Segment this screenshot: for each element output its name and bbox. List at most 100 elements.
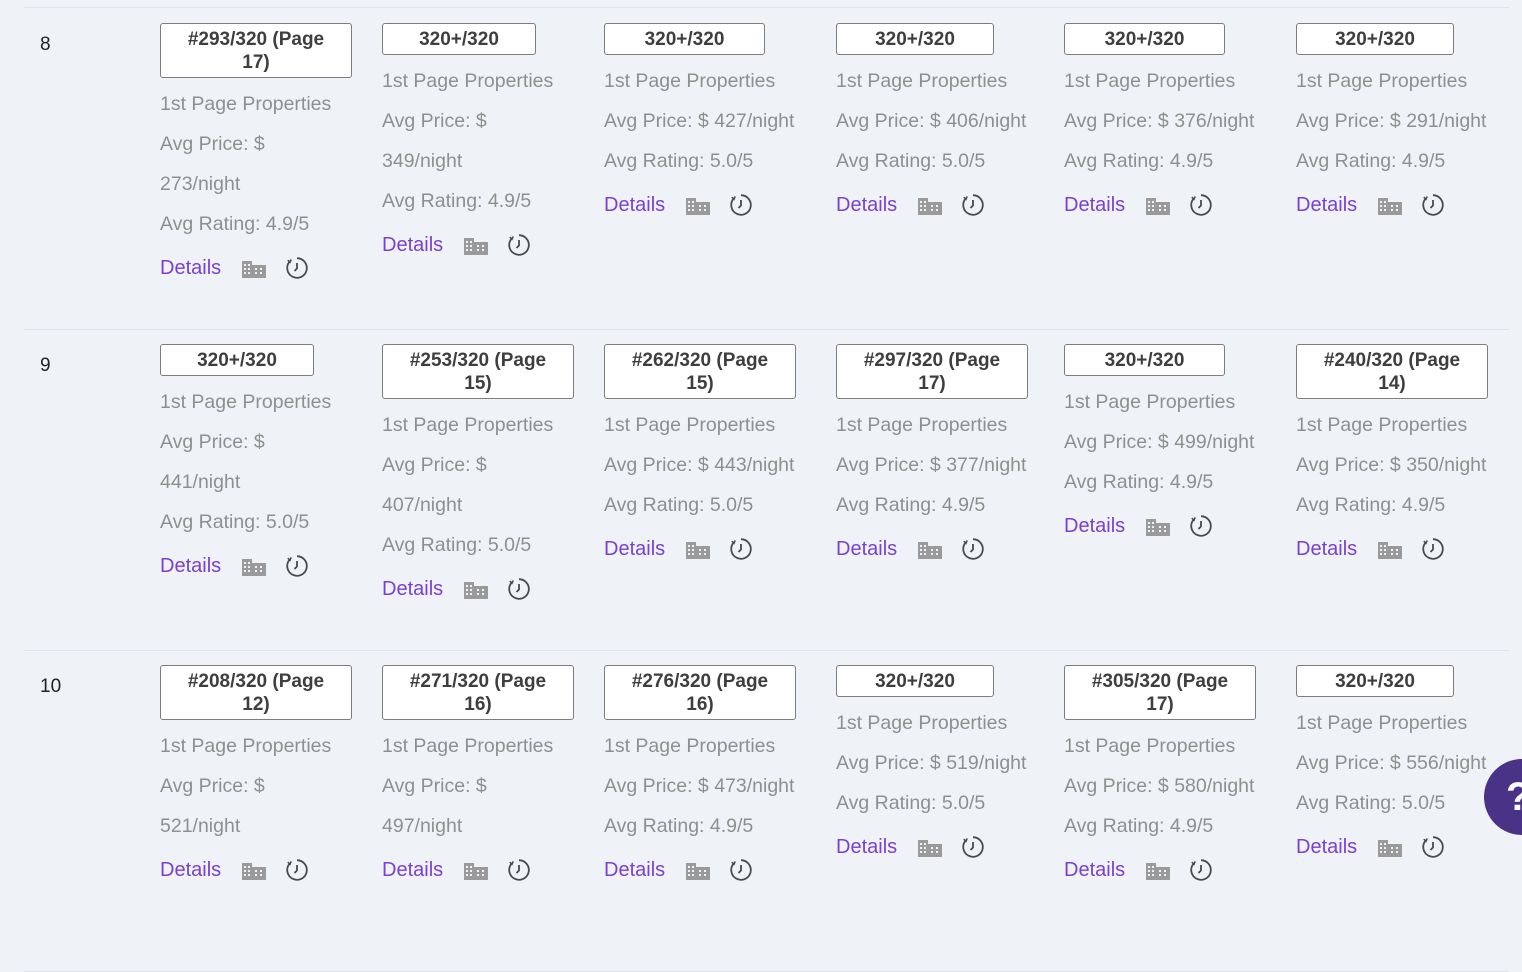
- ranking-cell: 320+/320 1st Page Properties Avg Price: $ …: [604, 23, 794, 225]
- properties-label: 1st Page Properties: [160, 735, 332, 757]
- details-link[interactable]: Details: [160, 859, 221, 882]
- ranking-cell: #293/320 (Page 17) 1st Page Properties Avg …: [160, 23, 352, 288]
- cell-actions: Details: [382, 850, 574, 890]
- cell-details: 1st Page Properties Avg Price: $ 580/nigh…: [1064, 726, 1256, 890]
- building-icon[interactable]: [463, 859, 489, 881]
- details-link[interactable]: Details: [1296, 836, 1357, 859]
- cell-actions: Details: [1296, 185, 1486, 225]
- history-icon[interactable]: [1189, 193, 1213, 217]
- history-icon[interactable]: [507, 577, 531, 601]
- history-icon[interactable]: [285, 858, 309, 882]
- history-icon[interactable]: [507, 233, 531, 257]
- table-row: 9 320+/320 1st Page Properties Avg Price: $…: [24, 329, 1509, 651]
- details-link[interactable]: Details: [836, 836, 897, 859]
- details-link[interactable]: Details: [836, 194, 897, 217]
- rank-badge: #262/320 (Page 15): [604, 344, 796, 399]
- building-icon[interactable]: [1377, 194, 1403, 216]
- history-icon[interactable]: [1189, 858, 1213, 882]
- building-icon[interactable]: [1145, 515, 1171, 537]
- avg-price: Avg Price: $ 443/night: [604, 454, 795, 476]
- rank-badge: 320+/320: [604, 23, 765, 55]
- rank-text: 320+/320: [419, 29, 499, 50]
- building-icon[interactable]: [917, 538, 943, 560]
- rank-badge: 320+/320: [1064, 344, 1225, 376]
- details-link[interactable]: Details: [604, 859, 665, 882]
- cell-details: 1st Page Properties Avg Price: $ 427/nigh…: [604, 61, 794, 225]
- building-icon[interactable]: [241, 257, 267, 279]
- history-icon[interactable]: [729, 858, 753, 882]
- rank-badge: #276/320 (Page 16): [604, 665, 796, 720]
- details-link[interactable]: Details: [160, 555, 221, 578]
- building-icon[interactable]: [685, 194, 711, 216]
- properties-label: 1st Page Properties: [604, 414, 776, 436]
- avg-price: Avg Price: $ 556/night: [1296, 752, 1487, 774]
- rank-page-text: 17): [918, 373, 946, 394]
- building-icon[interactable]: [1377, 836, 1403, 858]
- cell-actions: Details: [1064, 850, 1256, 890]
- properties-label: 1st Page Properties: [382, 70, 554, 92]
- history-icon[interactable]: [961, 193, 985, 217]
- history-icon[interactable]: [961, 835, 985, 859]
- properties-label: 1st Page Properties: [604, 735, 776, 757]
- avg-price-value: 497/night: [382, 815, 463, 837]
- avg-price: Avg Price: $ 291/night: [1296, 110, 1487, 132]
- history-icon[interactable]: [285, 256, 309, 280]
- details-link[interactable]: Details: [382, 234, 443, 257]
- avg-price: Avg Price: $ 406/night: [836, 110, 1027, 132]
- rank-badge: #305/320 (Page 17): [1064, 665, 1256, 720]
- cell-details: 1st Page Properties Avg Price: $ 441/night…: [160, 382, 331, 586]
- avg-price-value: 349/night: [382, 150, 463, 172]
- history-icon[interactable]: [961, 537, 985, 561]
- cell-actions: Details: [382, 569, 574, 609]
- rank-page-text: 17): [242, 52, 270, 73]
- building-icon[interactable]: [685, 538, 711, 560]
- building-icon[interactable]: [1145, 859, 1171, 881]
- history-icon[interactable]: [1421, 193, 1445, 217]
- properties-label: 1st Page Properties: [160, 93, 332, 115]
- rank-badge: 320+/320: [1064, 23, 1225, 55]
- details-link[interactable]: Details: [382, 578, 443, 601]
- rank-text: #208/320 (Page: [187, 671, 325, 692]
- history-icon[interactable]: [729, 537, 753, 561]
- building-icon[interactable]: [917, 194, 943, 216]
- details-link[interactable]: Details: [1064, 515, 1125, 538]
- building-icon[interactable]: [463, 578, 489, 600]
- rank-badge: 320+/320: [836, 23, 994, 55]
- ranking-cell: #208/320 (Page 12) 1st Page Properties Avg …: [160, 665, 352, 890]
- avg-rating: Avg Rating: 4.9/5: [160, 213, 310, 235]
- details-link[interactable]: Details: [1296, 194, 1357, 217]
- rank-text: #253/320 (Page: [409, 350, 547, 371]
- details-link[interactable]: Details: [382, 859, 443, 882]
- history-icon[interactable]: [1421, 835, 1445, 859]
- building-icon[interactable]: [241, 859, 267, 881]
- history-icon[interactable]: [1421, 537, 1445, 561]
- history-icon[interactable]: [507, 858, 531, 882]
- details-link[interactable]: Details: [604, 194, 665, 217]
- rank-page-text: 16): [686, 694, 714, 715]
- details-link[interactable]: Details: [836, 538, 897, 561]
- cell-actions: Details: [160, 850, 352, 890]
- details-link[interactable]: Details: [604, 538, 665, 561]
- building-icon[interactable]: [241, 555, 267, 577]
- building-icon[interactable]: [463, 234, 489, 256]
- history-icon[interactable]: [729, 193, 753, 217]
- avg-price-value: 521/night: [160, 815, 241, 837]
- avg-price: Avg Price: $: [382, 110, 487, 132]
- building-icon[interactable]: [685, 859, 711, 881]
- history-icon[interactable]: [1189, 514, 1213, 538]
- details-link[interactable]: Details: [1064, 194, 1125, 217]
- rank-badge: 320+/320: [1296, 665, 1454, 697]
- details-link[interactable]: Details: [160, 257, 221, 280]
- avg-rating: Avg Rating: 4.9/5: [382, 190, 532, 212]
- cell-details: 1st Page Properties Avg Price: $ 556/nigh…: [1296, 703, 1486, 867]
- details-link[interactable]: Details: [1296, 538, 1357, 561]
- building-icon[interactable]: [1145, 194, 1171, 216]
- history-icon[interactable]: [285, 554, 309, 578]
- avg-price: Avg Price: $ 427/night: [604, 110, 795, 132]
- building-icon[interactable]: [1377, 538, 1403, 560]
- ranking-cell: 320+/320 1st Page Properties Avg Price: $ …: [1296, 665, 1486, 867]
- rank-badge: 320+/320: [382, 23, 536, 55]
- ranking-cell: 320+/320 1st Page Properties Avg Price: $ …: [1296, 23, 1486, 225]
- building-icon[interactable]: [917, 836, 943, 858]
- details-link[interactable]: Details: [1064, 859, 1125, 882]
